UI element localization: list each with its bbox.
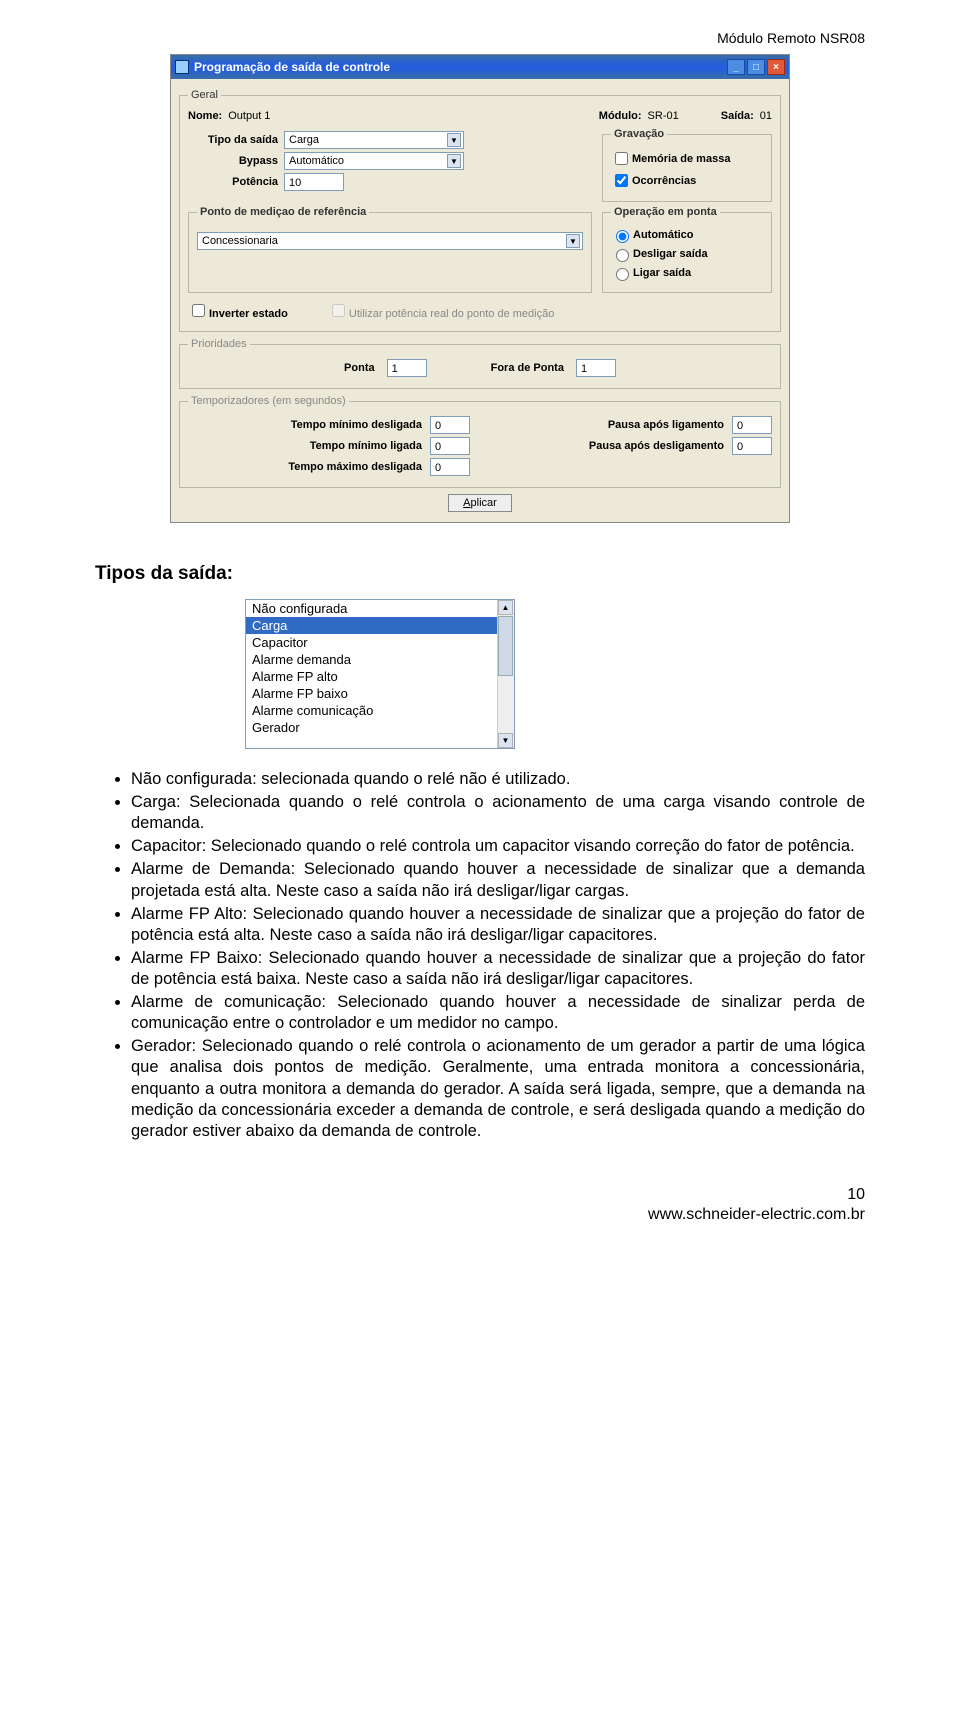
app-icon (175, 60, 189, 74)
tipo-saida-label: Tipo da saída (188, 134, 278, 146)
geral-group: Geral Nome: Output 1 Módulo: SR-01 Saída… (179, 89, 781, 332)
saida-label: Saída: (721, 110, 754, 122)
op-desligar-radio[interactable] (616, 249, 629, 262)
temporizadores-legend: Temporizadores (em segundos) (188, 395, 349, 407)
aplicar-button[interactable]: Aplicar (448, 494, 512, 512)
page-footer: 10 www.schneider-electric.com.br (95, 1186, 865, 1224)
titlebar: Programação de saída de controle _ □ × (171, 55, 789, 79)
list-item[interactable]: Alarme demanda (246, 651, 497, 668)
bypass-value: Automático (289, 155, 344, 167)
memoria-massa-label: Memória de massa (632, 153, 730, 165)
scroll-up-icon[interactable]: ▲ (498, 600, 513, 615)
footer-url: www.schneider-electric.com.br (95, 1206, 865, 1224)
utilizar-potencia-label: Utilizar potência real do ponto de mediç… (349, 308, 554, 320)
bypass-label: Bypass (188, 155, 278, 167)
chevron-down-icon: ▼ (447, 154, 461, 168)
bullet-item: Alarme de Demanda: Selecionado quando ho… (131, 859, 865, 901)
list-item[interactable]: Alarme comunicação (246, 702, 497, 719)
tipos-listbox-screenshot: ▲ ▼ Não configuradaCargaCapacitorAlarme … (245, 599, 865, 749)
saida-value: 01 (760, 110, 772, 122)
dialog-screenshot: Programação de saída de controle _ □ × G… (170, 54, 790, 523)
inverter-estado-checkbox[interactable] (192, 304, 205, 317)
bullet-item: Não configurada: selecionada quando o re… (131, 769, 865, 790)
modulo-value: SR-01 (648, 110, 679, 122)
bullet-item: Alarme FP Alto: Selecionado quando houve… (131, 904, 865, 946)
op-ligar-radio[interactable] (616, 268, 629, 281)
nome-label: Nome: (188, 110, 222, 122)
doc-header: Módulo Remoto NSR08 (95, 30, 865, 46)
list-item[interactable]: Capacitor (246, 634, 497, 651)
tipo-saida-value: Carga (289, 134, 319, 146)
ponta-label: Ponta (344, 362, 375, 374)
prioridades-legend: Prioridades (188, 338, 250, 350)
tmin-desl-label: Tempo mínimo desligada (188, 419, 422, 431)
geral-legend: Geral (188, 89, 221, 101)
op-desligar-label: Desligar saída (633, 248, 708, 260)
potencia-label: Potência (188, 176, 278, 188)
op-automatico-radio[interactable] (616, 230, 629, 243)
pausa-lig-input[interactable]: 0 (732, 416, 772, 434)
list-item[interactable]: Alarme FP alto (246, 668, 497, 685)
chevron-down-icon: ▼ (566, 234, 580, 248)
aplicar-label: plicar (471, 497, 497, 509)
pausa-lig-label: Pausa após ligamento (490, 419, 724, 431)
operacao-ponta-legend: Operação em ponta (611, 206, 720, 218)
bullet-item: Gerador: Selecionado quando o relé contr… (131, 1036, 865, 1142)
window-title: Programação de saída de controle (194, 60, 390, 74)
bullet-item: Alarme de comunicação: Selecionado quand… (131, 992, 865, 1034)
pausa-desl-input[interactable]: 0 (732, 437, 772, 455)
scroll-down-icon[interactable]: ▼ (498, 733, 513, 748)
fora-ponta-label: Fora de Ponta (491, 362, 564, 374)
operacao-ponta-group: Operação em ponta Automático Desligar sa… (602, 206, 772, 293)
bullet-item: Carga: Selecionada quando o relé control… (131, 792, 865, 834)
bullet-list: Não configurada: selecionada quando o re… (131, 769, 865, 1142)
scroll-thumb[interactable] (498, 616, 513, 676)
tipos-listbox[interactable]: ▲ ▼ Não configuradaCargaCapacitorAlarme … (245, 599, 515, 749)
inverter-estado-label: Inverter estado (209, 308, 288, 320)
bullet-item: Alarme FP Baixo: Selecionado quando houv… (131, 948, 865, 990)
tmin-lig-input[interactable]: 0 (430, 437, 470, 455)
utilizar-potencia-checkbox (332, 304, 345, 317)
list-item[interactable]: Não configurada (246, 600, 497, 617)
gravacao-legend: Gravação (611, 128, 667, 140)
minimize-button[interactable]: _ (727, 59, 745, 75)
tmin-lig-label: Tempo mínimo ligada (188, 440, 422, 452)
op-automatico-label: Automático (633, 229, 694, 241)
ponto-medicao-value: Concessionaria (202, 235, 278, 247)
fora-ponta-input[interactable]: 1 (576, 359, 616, 377)
ocorrencias-checkbox[interactable] (615, 174, 628, 187)
chevron-down-icon: ▼ (447, 133, 461, 147)
list-item[interactable]: Alarme FP baixo (246, 685, 497, 702)
page-number: 10 (95, 1186, 865, 1204)
potencia-input[interactable]: 10 (284, 173, 344, 191)
ponto-medicao-dropdown[interactable]: Concessionaria ▼ (197, 232, 583, 250)
list-item[interactable]: Gerador (246, 719, 497, 736)
ponta-input[interactable]: 1 (387, 359, 427, 377)
bullet-item: Capacitor: Selecionado quando o relé con… (131, 836, 865, 857)
gravacao-group: Gravação Memória de massa Ocorrências (602, 128, 772, 202)
maximize-button[interactable]: □ (747, 59, 765, 75)
list-item[interactable]: Carga (246, 617, 497, 634)
op-ligar-label: Ligar saída (633, 267, 691, 279)
pausa-desl-label: Pausa após desligamento (490, 440, 724, 452)
tmax-desl-input[interactable]: 0 (430, 458, 470, 476)
prioridades-group: Prioridades Ponta 1 Fora de Ponta 1 (179, 338, 781, 389)
bypass-dropdown[interactable]: Automático ▼ (284, 152, 464, 170)
section-title: Tipos da saída: (95, 563, 865, 585)
nome-value: Output 1 (228, 110, 270, 122)
temporizadores-group: Temporizadores (em segundos) Tempo mínim… (179, 395, 781, 488)
tmin-desl-input[interactable]: 0 (430, 416, 470, 434)
ponto-medicao-group: Ponto de mediçao de referência Concessio… (188, 206, 592, 293)
scrollbar[interactable]: ▲ ▼ (497, 600, 514, 748)
modulo-label: Módulo: (599, 110, 642, 122)
tmax-desl-label: Tempo máximo desligada (188, 461, 422, 473)
ocorrencias-label: Ocorrências (632, 175, 696, 187)
memoria-massa-checkbox[interactable] (615, 152, 628, 165)
close-button[interactable]: × (767, 59, 785, 75)
ponto-medicao-legend: Ponto de mediçao de referência (197, 206, 369, 218)
tipo-saida-dropdown[interactable]: Carga ▼ (284, 131, 464, 149)
